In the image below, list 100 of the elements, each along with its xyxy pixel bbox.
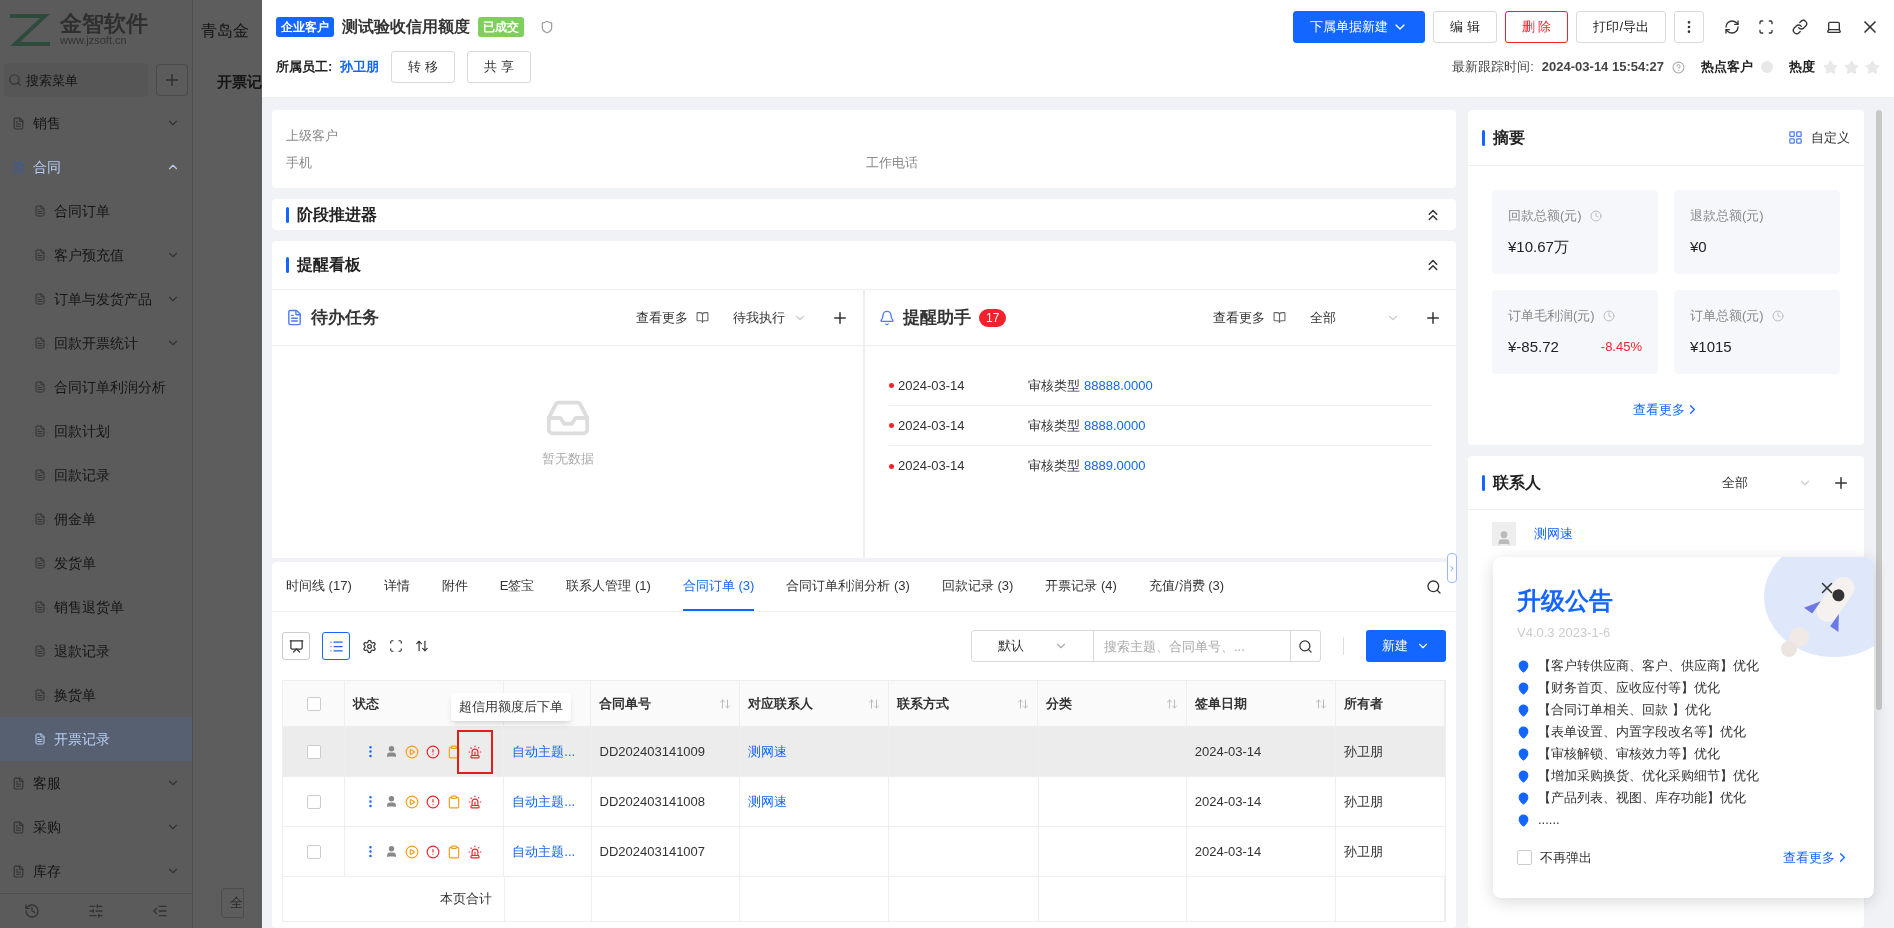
fullscreen-icon[interactable] bbox=[1758, 19, 1774, 35]
submenu-item[interactable]: 佣金单 bbox=[0, 497, 192, 542]
column-header[interactable]: 分类 bbox=[1038, 681, 1187, 726]
tab[interactable]: 合同订单利润分析 (3) bbox=[786, 562, 910, 611]
column-header[interactable]: 对应联系人 bbox=[739, 681, 890, 726]
field-label: 上级客户 bbox=[286, 126, 339, 145]
submenu-item[interactable]: 合同订单 bbox=[0, 189, 192, 234]
subject-link[interactable]: 自动主题... bbox=[512, 791, 576, 812]
contact-link[interactable]: 测网速 bbox=[747, 791, 787, 812]
reminder-value-link[interactable]: 88888.0000 bbox=[1084, 375, 1153, 396]
tab[interactable]: 详情 bbox=[383, 562, 410, 611]
filter-dropdown[interactable]: 全部 bbox=[1310, 307, 1400, 328]
view-more-link[interactable]: 查看更多 bbox=[636, 307, 688, 328]
column-header[interactable]: 联系方式 bbox=[889, 681, 1039, 726]
filter-dropdown[interactable]: 全部 bbox=[1722, 472, 1812, 493]
menu-item[interactable]: 合同 bbox=[0, 145, 192, 190]
link-icon[interactable] bbox=[1792, 19, 1808, 35]
sort-icon[interactable] bbox=[1017, 697, 1030, 710]
submenu-item[interactable]: 退款记录 bbox=[0, 629, 192, 674]
owner-button[interactable]: 共 享 bbox=[466, 51, 531, 83]
sliders-icon[interactable] bbox=[88, 903, 104, 920]
view-more-link[interactable]: 查看更多 bbox=[1213, 307, 1265, 328]
tab[interactable]: E签宝 bbox=[499, 562, 535, 611]
tab[interactable]: 充值/消费 (3) bbox=[1148, 562, 1225, 611]
submenu-item[interactable]: 订单与发货产品 bbox=[0, 277, 192, 322]
submenu-item[interactable]: 开票记录 bbox=[0, 717, 192, 762]
owner-button[interactable]: 转 移 bbox=[391, 51, 455, 83]
settings-icon[interactable] bbox=[362, 638, 377, 654]
menu-search-field[interactable]: 搜索菜单 bbox=[4, 63, 148, 98]
column-header[interactable]: 合同单号 bbox=[591, 681, 740, 726]
sort-icon[interactable] bbox=[1165, 697, 1178, 710]
submenu-item[interactable]: 发货单 bbox=[0, 541, 192, 586]
submenu-item[interactable]: 回款开票统计 bbox=[0, 321, 192, 366]
tab[interactable]: 开票记录 (4) bbox=[1045, 562, 1117, 611]
reminder-value-link[interactable]: 8889.0000 bbox=[1084, 456, 1146, 476]
tab[interactable]: 时间线 (17) bbox=[286, 562, 352, 611]
tab[interactable]: 联系人管理 (1) bbox=[566, 562, 651, 611]
sign-date: 2024-03-14 bbox=[1194, 742, 1262, 761]
add-button[interactable] bbox=[156, 64, 188, 97]
row-height-icon[interactable] bbox=[415, 639, 429, 653]
reminder-type: 审核类型 bbox=[1028, 416, 1080, 435]
sort-icon[interactable] bbox=[718, 697, 731, 710]
list-icon bbox=[328, 638, 344, 654]
subject-link[interactable]: 自动主题... bbox=[512, 741, 576, 762]
menu-search-input[interactable]: 搜索菜单 bbox=[26, 70, 136, 91]
tab[interactable]: 附件 bbox=[441, 562, 468, 611]
scrollbar-thumb[interactable] bbox=[1876, 110, 1882, 710]
select-all-checkbox[interactable] bbox=[306, 696, 321, 711]
board-view-button[interactable] bbox=[282, 632, 310, 660]
owner-name: 孙卫朋 bbox=[1344, 742, 1384, 761]
tab[interactable]: 合同订单 (3) bbox=[682, 562, 755, 611]
action-button[interactable]: 编 辑 bbox=[1433, 11, 1497, 43]
menu-item[interactable]: 库存 bbox=[0, 849, 192, 894]
contact-link[interactable]: 测网速 bbox=[747, 741, 787, 762]
new-button[interactable]: 新建 bbox=[1366, 630, 1446, 662]
view-more-link[interactable]: 查看更多 bbox=[1783, 847, 1850, 867]
sort-icon[interactable] bbox=[1315, 697, 1328, 710]
row-checkbox[interactable] bbox=[306, 744, 321, 759]
menu-label: 回款记录 bbox=[54, 466, 111, 485]
action-button[interactable]: 删 除 bbox=[1504, 11, 1569, 43]
menu-icon bbox=[12, 161, 25, 174]
menu-icon bbox=[34, 645, 46, 658]
list-view-button[interactable] bbox=[322, 632, 350, 660]
subject-link[interactable]: 自动主题... bbox=[512, 841, 576, 862]
reminder-value-link[interactable]: 8888.0000 bbox=[1084, 415, 1146, 436]
submenu-item[interactable]: 回款计划 bbox=[0, 409, 192, 454]
owner-link[interactable]: 孙卫朋 bbox=[340, 57, 380, 77]
submenu-item[interactable]: 回款记录 bbox=[0, 453, 192, 498]
menu-item[interactable]: 采购 bbox=[0, 805, 192, 850]
dont-show-checkbox[interactable] bbox=[1517, 849, 1532, 865]
menu-icon bbox=[34, 733, 46, 746]
sort-icon[interactable] bbox=[868, 697, 881, 710]
customize-link[interactable]: 自定义 bbox=[1811, 127, 1850, 148]
action-button[interactable]: 打印/导出 bbox=[1576, 11, 1666, 43]
record-title: 测试验收信用额度 bbox=[342, 17, 470, 37]
tab[interactable]: 回款记录 (3) bbox=[941, 562, 1014, 611]
laptop-icon[interactable] bbox=[1826, 19, 1842, 35]
column-header[interactable]: 签单日期 bbox=[1186, 681, 1337, 726]
menu-item[interactable]: 客服 bbox=[0, 761, 192, 806]
column-header[interactable]: 所有者 bbox=[1336, 681, 1445, 726]
panel-handle[interactable] bbox=[1447, 553, 1457, 583]
history-icon[interactable] bbox=[24, 903, 40, 920]
person-icon bbox=[385, 845, 399, 858]
search-icon[interactable] bbox=[1426, 578, 1442, 595]
refresh-icon[interactable] bbox=[1724, 19, 1740, 35]
submenu-item[interactable]: 合同订单利润分析 bbox=[0, 365, 192, 410]
submenu-item[interactable]: 换货单 bbox=[0, 673, 192, 718]
table-row[interactable]: 自动主题... DD202403141009 测网速 2024-03-14 孙卫朋 bbox=[283, 727, 1445, 777]
table-row[interactable]: 自动主题... DD202403141007 2024-03-14 孙卫朋 bbox=[283, 827, 1445, 877]
table-row[interactable]: 自动主题... DD202403141008 测网速 2024-03-14 孙卫朋 bbox=[283, 777, 1445, 827]
row-checkbox[interactable] bbox=[306, 794, 321, 809]
filter-dropdown[interactable]: 待我执行 bbox=[733, 307, 807, 328]
view-more-link[interactable]: 查看更多 bbox=[1632, 400, 1700, 420]
contact-link[interactable]: 测网速 bbox=[1534, 524, 1573, 544]
submenu-item[interactable]: 客户预充值 bbox=[0, 233, 192, 278]
menu-item[interactable]: 销售 bbox=[0, 101, 192, 146]
row-checkbox[interactable] bbox=[306, 844, 321, 859]
action-button[interactable]: 下属单据新建 bbox=[1293, 11, 1426, 43]
submenu-item[interactable]: 销售退货单 bbox=[0, 585, 192, 630]
fullscreen-icon[interactable] bbox=[389, 639, 403, 653]
